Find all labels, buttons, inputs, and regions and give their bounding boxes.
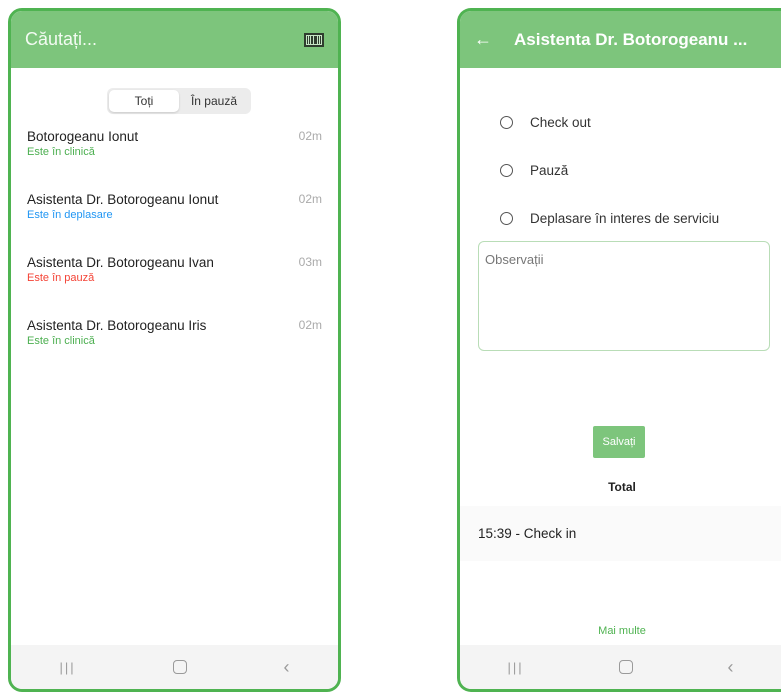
total-heading: Total: [608, 480, 636, 494]
option-pauza[interactable]: Pauză: [500, 146, 719, 194]
person-name: Asistenta Dr. Botorogeanu Iris: [27, 318, 207, 333]
back-arrow-icon[interactable]: ←: [474, 29, 492, 50]
radio-button[interactable]: [500, 115, 513, 129]
recents-icon[interactable]: |||: [59, 660, 75, 675]
person-status: Este în pauză: [27, 272, 95, 284]
elapsed-time: 02m: [298, 318, 322, 332]
history-entry: 15:39 - Check in: [460, 506, 781, 561]
tab-toti[interactable]: Toți: [109, 90, 179, 112]
status-options: Check out Pauză Deplasare în interes de …: [500, 98, 719, 242]
elapsed-time: 02m: [298, 192, 322, 206]
observations-field[interactable]: Observații: [478, 241, 770, 351]
person-status: Este în deplasare: [27, 209, 113, 221]
back-nav-icon[interactable]: ‹: [728, 657, 734, 678]
person-name: Asistenta Dr. Botorogeanu Ivan: [27, 255, 214, 270]
list-item[interactable]: Botorogeanu Ionut Este în clinică 02m: [27, 129, 322, 192]
radio-button[interactable]: [500, 211, 513, 225]
people-list: Botorogeanu Ionut Este în clinică 02m As…: [27, 129, 322, 381]
detail-app-bar: ← Asistenta Dr. Botorogeanu ...: [460, 11, 781, 68]
option-label: Check out: [530, 114, 591, 130]
person-status: Este în clinică: [27, 335, 95, 347]
system-nav-bar: ||| ‹: [460, 645, 781, 689]
elapsed-time: 03m: [298, 255, 322, 269]
home-icon[interactable]: [618, 660, 633, 674]
list-item[interactable]: Asistenta Dr. Botorogeanu Ionut Este în …: [27, 192, 322, 255]
barcode-scan-icon[interactable]: [304, 32, 324, 47]
phone-left: Căutați... Toți În pauză Botorogeanu Ion…: [8, 8, 341, 692]
search-input[interactable]: Căutați...: [25, 29, 304, 50]
back-nav-icon[interactable]: ‹: [284, 657, 290, 678]
person-name: Asistenta Dr. Botorogeanu Ionut: [27, 192, 219, 207]
system-nav-bar: ||| ‹: [11, 645, 338, 689]
option-label: Deplasare în interes de serviciu: [530, 210, 720, 226]
tab-in-pauza[interactable]: În pauză: [179, 90, 249, 112]
filter-segment: Toți În pauză: [107, 88, 251, 114]
page-title: Asistenta Dr. Botorogeanu ...: [514, 29, 748, 49]
list-item[interactable]: Asistenta Dr. Botorogeanu Iris Este în c…: [27, 318, 322, 381]
option-check-out[interactable]: Check out: [500, 98, 719, 146]
save-button[interactable]: Salvați: [593, 426, 645, 458]
home-icon[interactable]: [172, 660, 187, 674]
option-deplasare[interactable]: Deplasare în interes de serviciu: [500, 194, 719, 242]
recents-icon[interactable]: |||: [507, 660, 523, 675]
list-item[interactable]: Asistenta Dr. Botorogeanu Ivan Este în p…: [27, 255, 322, 318]
elapsed-time: 02m: [298, 129, 322, 143]
more-link[interactable]: Mai multe: [460, 625, 781, 637]
person-status: Este în clinică: [27, 146, 95, 158]
search-bar: Căutați...: [11, 11, 338, 68]
option-label: Pauză: [530, 162, 569, 178]
radio-button[interactable]: [500, 163, 513, 177]
phone-right: ← Asistenta Dr. Botorogeanu ... Check ou…: [457, 8, 781, 692]
person-name: Botorogeanu Ionut: [27, 129, 139, 144]
